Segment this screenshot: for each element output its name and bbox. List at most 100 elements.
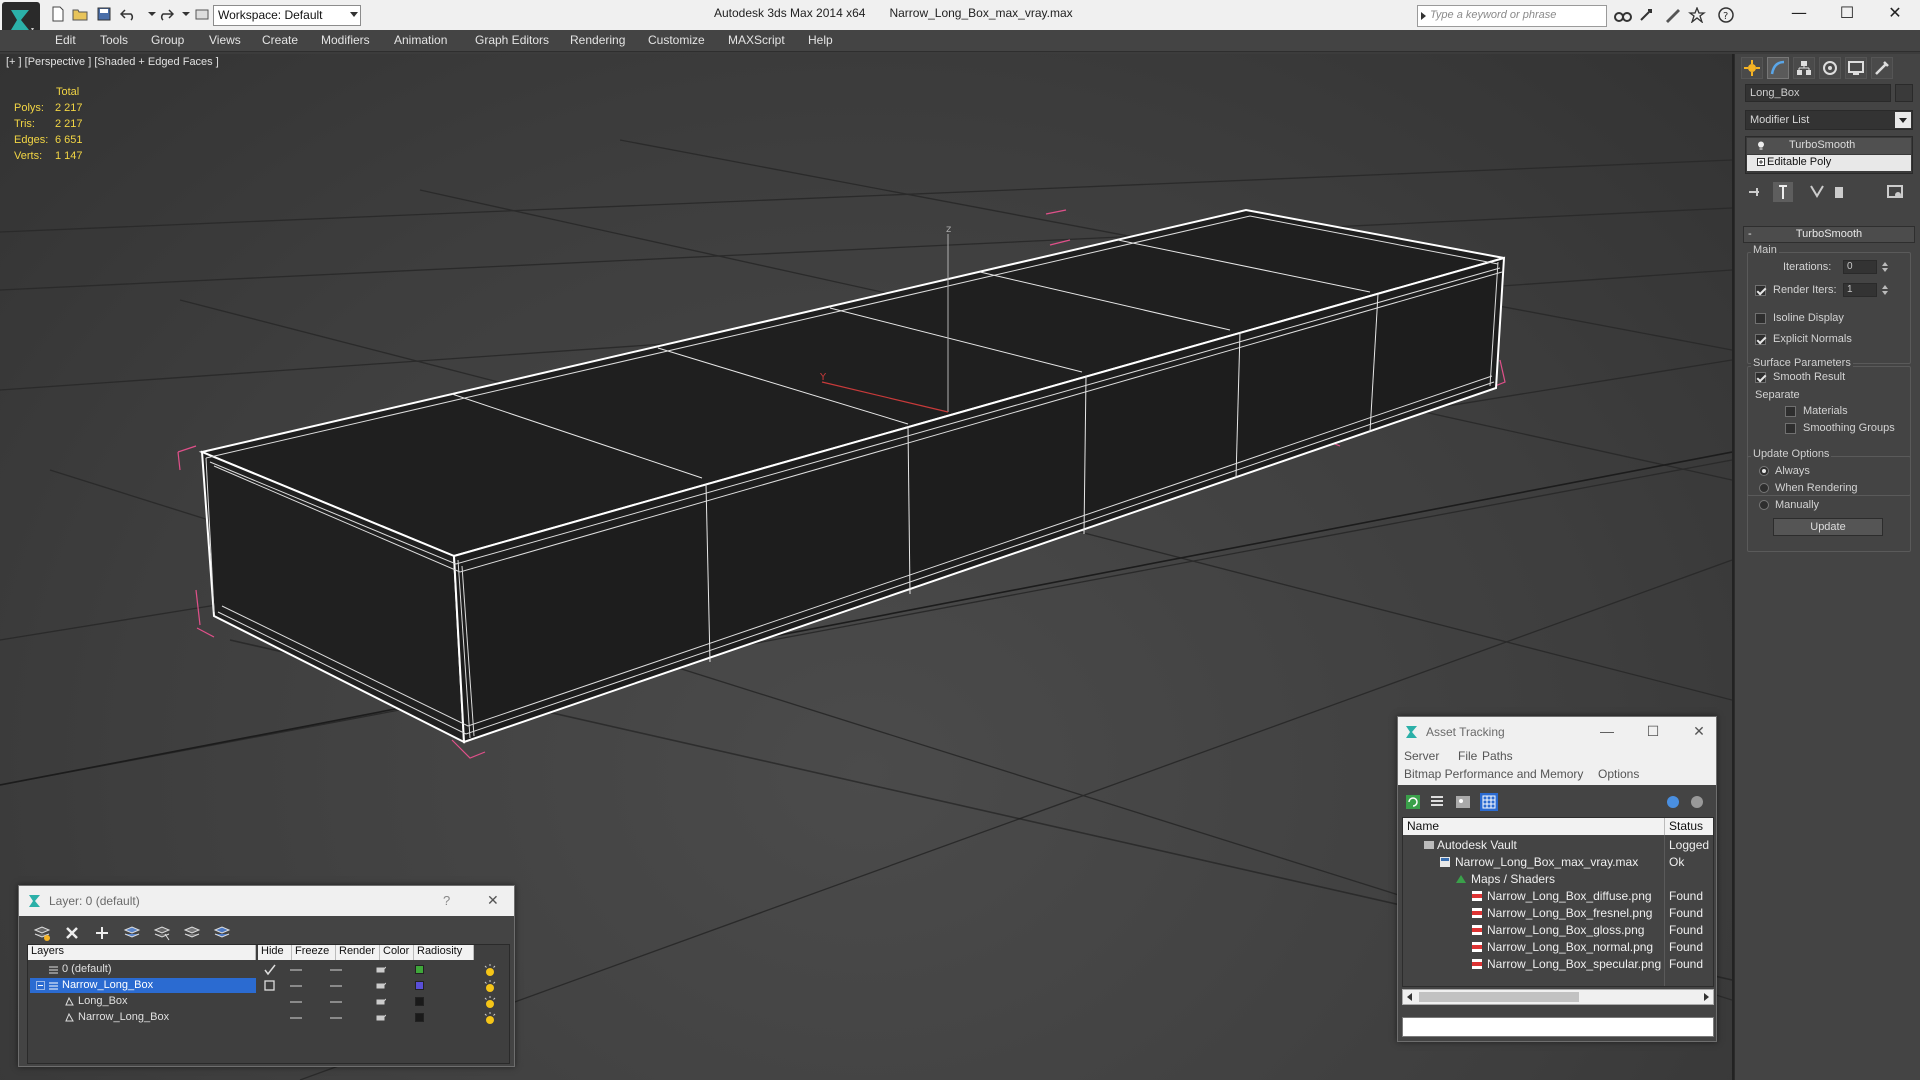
layer-name-cell[interactable]: Long_Box — [30, 994, 256, 1009]
delete-layer-icon[interactable] — [63, 924, 81, 942]
add-to-layer-icon[interactable] — [93, 924, 111, 942]
hierarchy-tab-icon[interactable] — [1793, 57, 1815, 79]
column-header-radiosity[interactable]: Radiosity — [414, 945, 474, 960]
menu-modifiers[interactable]: Modifiers — [321, 33, 370, 47]
configure-modifier-sets-icon[interactable] — [1885, 182, 1905, 202]
help-icon[interactable]: ? — [1718, 7, 1736, 23]
close-button[interactable]: ✕ — [487, 892, 499, 909]
render-teapot-icon[interactable] — [376, 997, 386, 1005]
hide-toggle[interactable] — [290, 969, 302, 971]
horizontal-scrollbar[interactable] — [1402, 989, 1714, 1005]
layer-name-cell[interactable]: 0 (default) — [30, 962, 256, 977]
vault-connect-icon[interactable] — [1664, 793, 1682, 811]
modifier-list-dropdown[interactable]: Modifier List — [1745, 110, 1913, 130]
current-layer-box-icon[interactable] — [264, 980, 276, 992]
remove-modifier-icon[interactable] — [1829, 182, 1849, 202]
layer-color-swatch[interactable] — [415, 1013, 424, 1022]
asset-row[interactable]: Narrow_Long_Box_normal.png Found — [1403, 939, 1713, 956]
help-button[interactable]: ? — [443, 893, 450, 908]
display-tab-icon[interactable] — [1845, 57, 1867, 79]
minimize-button[interactable]: — — [1598, 723, 1616, 739]
layer-row[interactable]: Narrow_Long_Box — [28, 1010, 509, 1026]
column-header-render[interactable]: Render — [336, 945, 380, 960]
stack-item-turbosmooth[interactable]: TurboSmooth — [1747, 138, 1911, 154]
close-button[interactable]: ✕ — [1872, 0, 1918, 28]
layer-name-cell[interactable]: Narrow_Long_Box — [30, 1010, 256, 1025]
motion-tab-icon[interactable] — [1819, 57, 1841, 79]
undo-icon[interactable] — [119, 6, 136, 22]
pin-stack-icon[interactable] — [1745, 182, 1765, 202]
expand-box-icon[interactable] — [1757, 158, 1765, 167]
column-header-layers[interactable]: Layers — [28, 945, 256, 960]
scroll-right-icon[interactable] — [1704, 993, 1709, 1001]
asset-row[interactable]: Narrow_Long_Box_specular.png Found — [1403, 956, 1713, 973]
favorites-star-icon[interactable] — [1688, 6, 1706, 24]
maximize-button[interactable]: ☐ — [1644, 723, 1662, 740]
minimize-button[interactable]: — — [1776, 0, 1822, 28]
render-teapot-icon[interactable] — [376, 981, 386, 989]
hide-toggle[interactable] — [290, 1001, 302, 1003]
menu-bitmap-performance[interactable]: Bitmap Performance and Memory — [1404, 767, 1583, 781]
update-button[interactable]: Update — [1773, 518, 1883, 536]
utilities-tab-icon[interactable] — [1871, 57, 1893, 79]
new-file-icon[interactable] — [50, 6, 66, 22]
subscription-center-icon[interactable] — [1638, 7, 1656, 23]
asset-row[interactable]: Narrow_Long_Box_fresnel.png Found — [1403, 905, 1713, 922]
asset-row[interactable]: Narrow_Long_Box_max_vray.max Ok — [1403, 854, 1713, 871]
list-view-icon[interactable] — [1428, 793, 1446, 811]
column-header-freeze[interactable]: Freeze — [292, 945, 336, 960]
column-header-status[interactable]: Status — [1665, 818, 1713, 835]
freeze-toggle[interactable] — [330, 1017, 342, 1019]
radiosity-icon[interactable] — [483, 979, 497, 993]
hide-toggle[interactable] — [290, 985, 302, 987]
smoothing-groups-checkbox[interactable] — [1785, 423, 1796, 434]
asset-path-field[interactable] — [1402, 1017, 1714, 1037]
isoline-display-checkbox[interactable] — [1755, 313, 1766, 324]
layer-dialog-titlebar[interactable]: Layer: 0 (default) ? ✕ — [19, 886, 514, 916]
explicit-normals-checkbox[interactable] — [1755, 334, 1766, 345]
menu-help[interactable]: Help — [808, 33, 833, 47]
materials-checkbox[interactable] — [1785, 406, 1796, 417]
show-end-result-icon[interactable] — [1773, 182, 1793, 202]
asset-tracking-titlebar[interactable]: Asset Tracking — ☐ ✕ — [1398, 717, 1716, 747]
menu-graph-editors[interactable]: Graph Editors — [475, 33, 549, 47]
project-folder-icon[interactable] — [194, 6, 210, 22]
object-name-field[interactable]: Long_Box — [1745, 84, 1891, 102]
layer-row[interactable]: 0 (default) — [28, 962, 509, 978]
select-layer-icon[interactable] — [153, 924, 171, 942]
redo-icon[interactable] — [158, 6, 175, 22]
radio-when-rendering[interactable] — [1759, 483, 1769, 493]
scrollbar-thumb[interactable] — [1419, 992, 1579, 1002]
menu-customize[interactable]: Customize — [648, 33, 705, 47]
render-iters-spinner[interactable]: 1 — [1843, 283, 1877, 297]
stack-item-editable-poly[interactable]: Editable Poly — [1747, 155, 1911, 171]
iterations-spinner[interactable]: 0 — [1843, 260, 1877, 274]
current-layer-check-icon[interactable] — [264, 964, 276, 976]
freeze-toggle[interactable] — [330, 969, 342, 971]
render-iters-checkbox[interactable] — [1755, 285, 1766, 296]
hide-unhide-all-icon[interactable] — [213, 924, 231, 942]
create-layer-icon[interactable] — [33, 924, 51, 942]
freeze-toggle[interactable] — [330, 985, 342, 987]
radio-always[interactable] — [1759, 466, 1769, 476]
long-box-mesh[interactable] — [198, 208, 1506, 744]
column-header-name[interactable]: Name — [1403, 818, 1665, 835]
modify-tab-icon[interactable] — [1767, 57, 1789, 79]
viewport-label[interactable]: [+ ] [Perspective ] [Shaded + Edged Face… — [6, 56, 219, 68]
make-unique-icon[interactable] — [1807, 182, 1827, 202]
asset-row[interactable]: Maps / Shaders — [1403, 871, 1713, 888]
select-objects-in-layer-icon[interactable] — [123, 924, 141, 942]
menu-maxscript[interactable]: MAXScript — [728, 33, 785, 47]
smooth-result-checkbox[interactable] — [1755, 372, 1766, 383]
menu-views[interactable]: Views — [209, 33, 241, 47]
make-current-layer-icon[interactable] — [183, 924, 201, 942]
vault-options-icon[interactable] — [1688, 793, 1706, 811]
turbosmooth-rollout-header[interactable]: - TurboSmooth — [1743, 226, 1915, 243]
spinner-arrows-icon[interactable] — [1881, 260, 1889, 274]
radiosity-icon[interactable] — [483, 963, 497, 977]
search-input[interactable]: Type a keyword or phrase — [1417, 5, 1607, 27]
redo-dropdown-icon[interactable] — [178, 6, 194, 22]
menu-server[interactable]: Server — [1404, 749, 1439, 763]
close-button[interactable]: ✕ — [1690, 723, 1708, 740]
layer-row[interactable]: Long_Box — [28, 994, 509, 1010]
